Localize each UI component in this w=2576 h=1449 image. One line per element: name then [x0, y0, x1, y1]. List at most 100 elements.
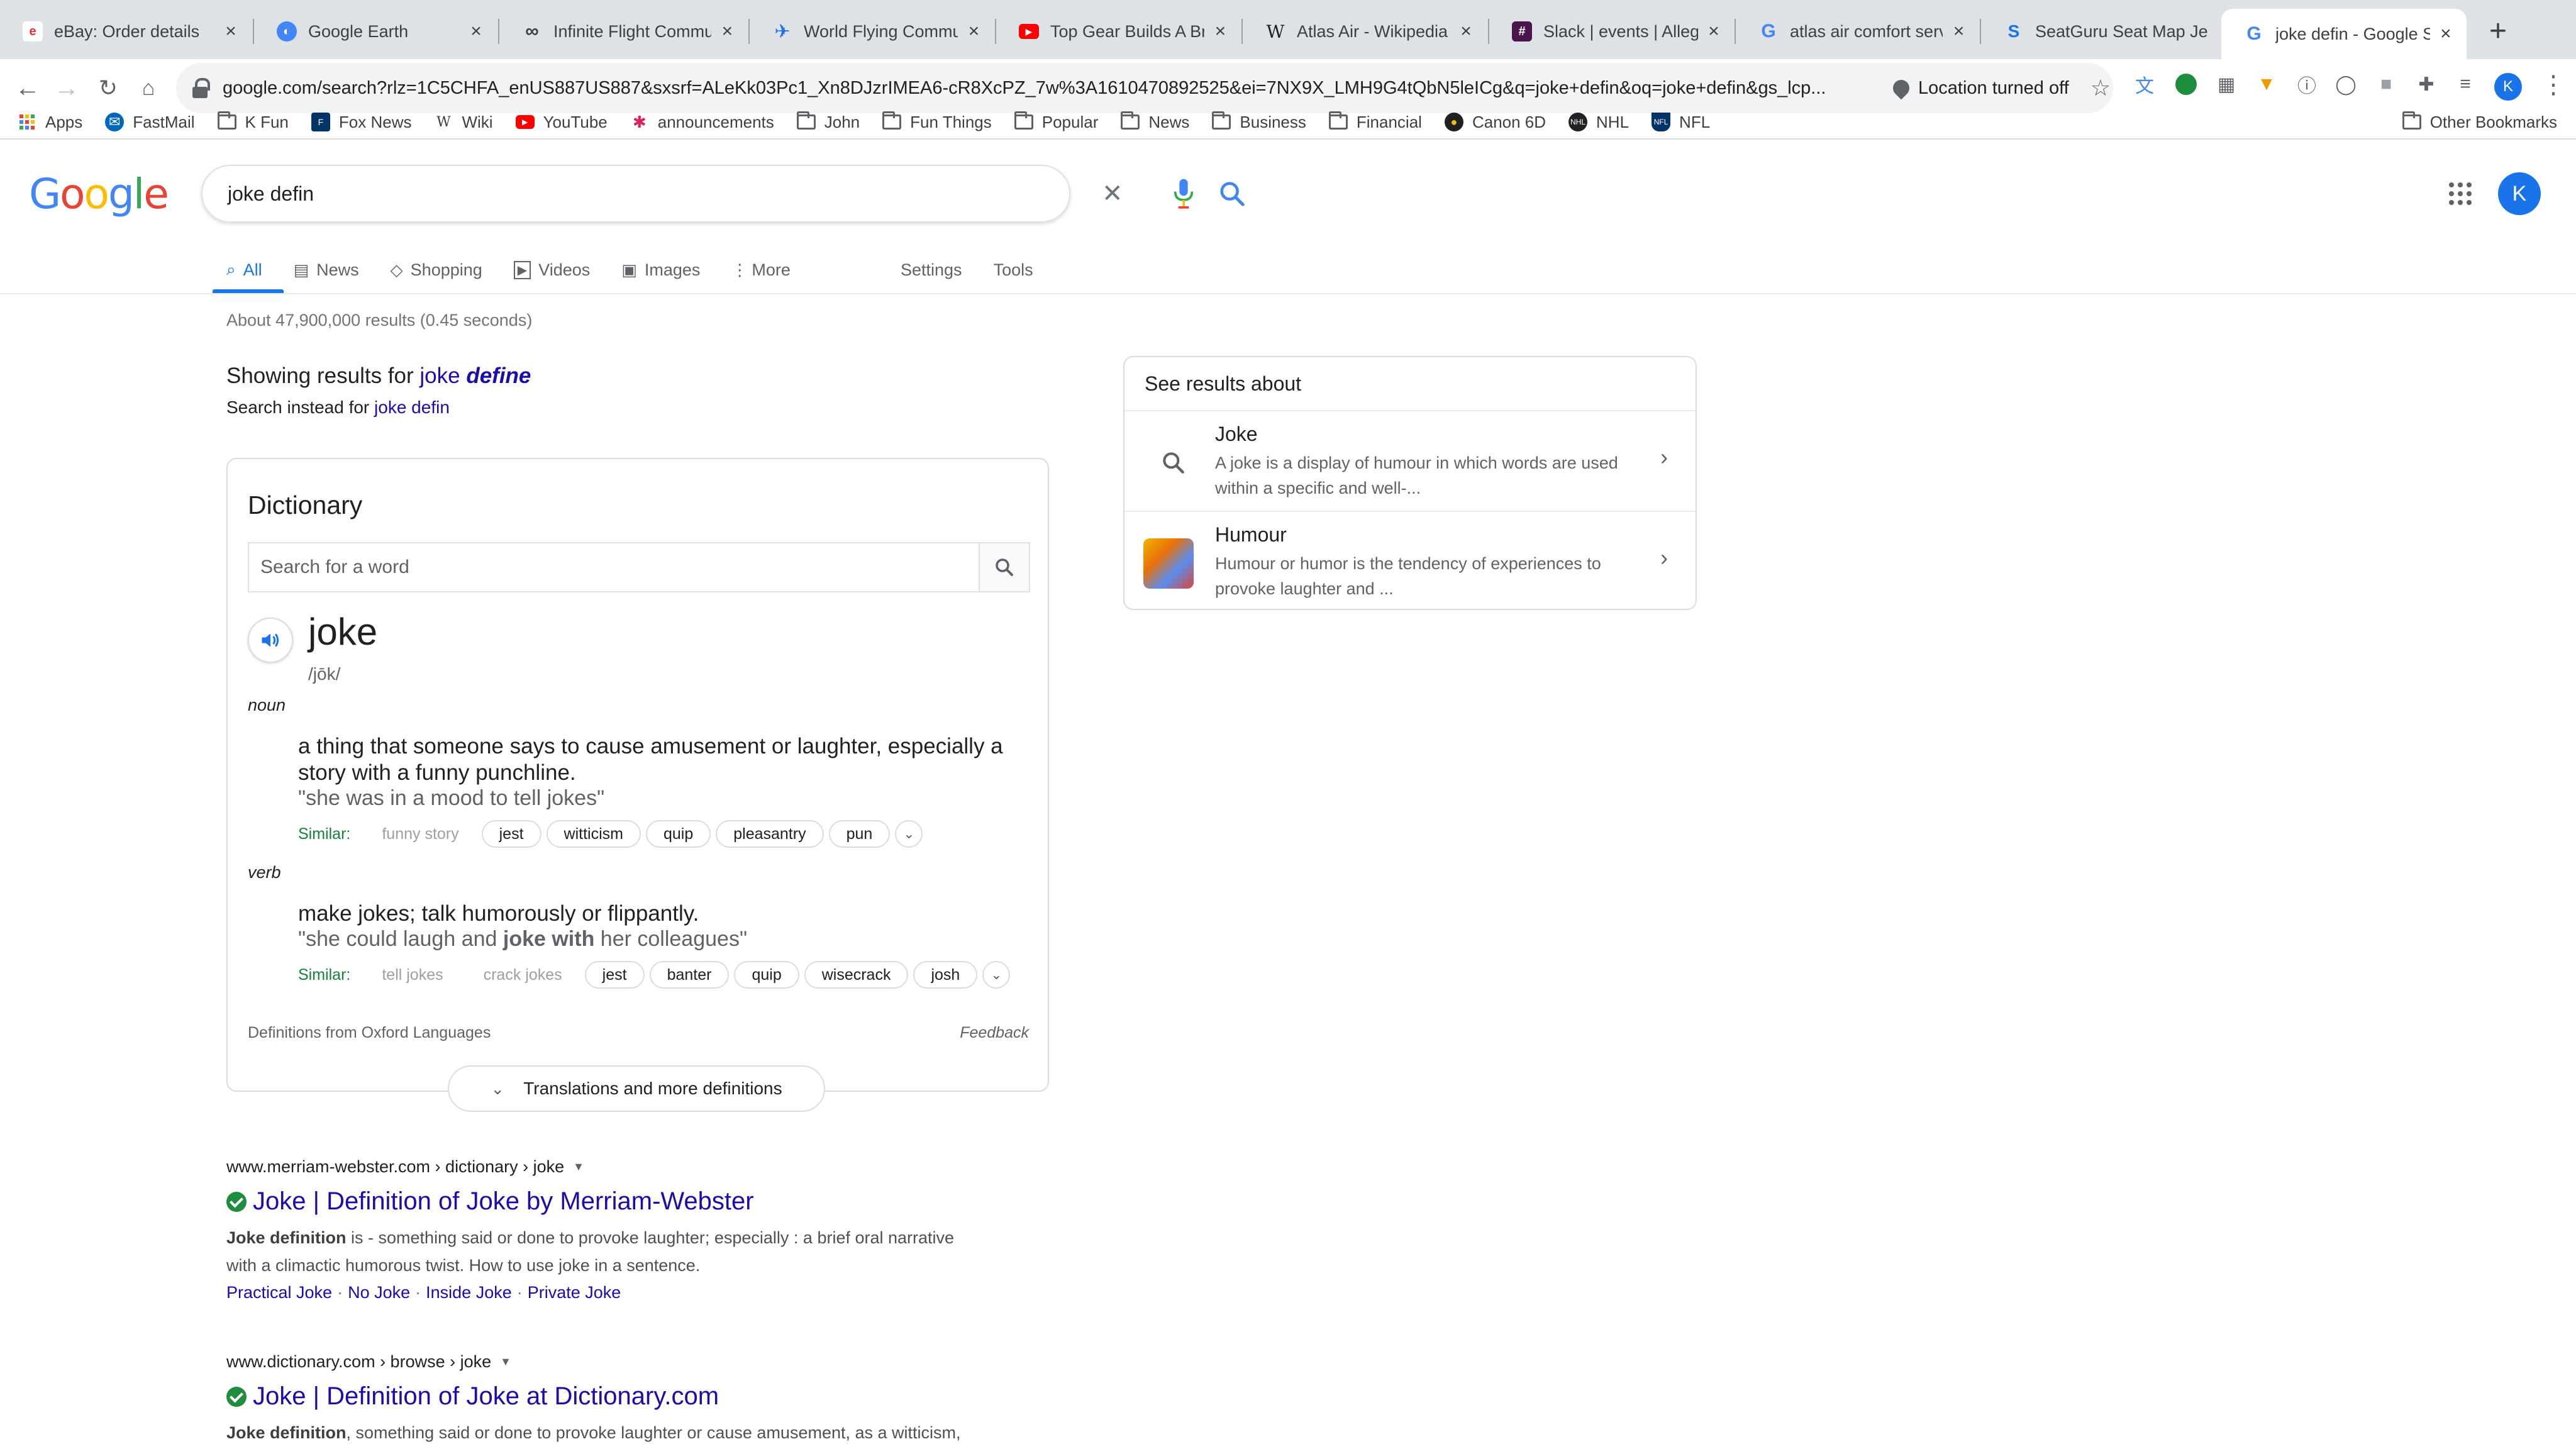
close-icon[interactable]: ×	[1212, 21, 1229, 42]
close-icon[interactable]: ×	[2438, 23, 2454, 45]
settings-link[interactable]: Settings	[901, 260, 962, 280]
browser-tab-top-gear[interactable]: ▶ Top Gear Builds A Brid ×	[996, 9, 1241, 54]
bookmark-youtube[interactable]: ▶ YouTube	[515, 113, 608, 132]
bookmark-business[interactable]: Business	[1212, 111, 1306, 132]
sitelink[interactable]: Private Joke	[528, 1283, 621, 1302]
tab-news[interactable]: ▤ News	[294, 247, 359, 293]
browser-tab-seatguru[interactable]: S SeatGuru Seat Map Jet	[1981, 9, 2220, 54]
bookmark-apps[interactable]: Apps	[18, 113, 82, 132]
tab-more[interactable]: ⋮ More	[731, 247, 791, 293]
tab-videos[interactable]: ▶ Videos	[513, 247, 590, 293]
bookmark-k-fun[interactable]: K Fun	[217, 111, 289, 132]
close-icon[interactable]: ×	[1706, 21, 1722, 42]
similar-chip[interactable]: wisecrack	[804, 961, 909, 989]
chat-extension-icon[interactable]: ◯	[2333, 72, 2358, 97]
close-icon[interactable]: ×	[1950, 21, 1967, 42]
tools-link[interactable]: Tools	[994, 260, 1033, 280]
translate-extension-icon[interactable]: ■	[2373, 72, 2399, 97]
close-icon[interactable]: ×	[719, 21, 736, 42]
bookmark-canon-6d[interactable]: ● Canon 6D	[1444, 113, 1546, 132]
similar-chip[interactable]: crack jokes	[466, 961, 580, 989]
bookmark-nfl[interactable]: NFL NFL	[1652, 113, 1710, 132]
see-result-joke[interactable]: Joke A joke is a display of humour in wh…	[1124, 411, 1696, 511]
similar-chip[interactable]: jest	[584, 961, 645, 989]
caret-down-icon[interactable]: ▼	[500, 1355, 511, 1368]
similar-chip[interactable]: banter	[649, 961, 730, 989]
browser-tab-joke-defin[interactable]: G joke defin - Google Sea ×	[2221, 9, 2467, 59]
close-icon[interactable]: ×	[221, 21, 240, 42]
result-title[interactable]: Joke | Definition of Joke at Dictionary.…	[226, 1382, 719, 1411]
forward-icon[interactable]: →	[50, 72, 83, 104]
result-title-text[interactable]: Joke | Definition of Joke at Dictionary.…	[253, 1382, 719, 1411]
password-extension-icon[interactable]: ⓘ	[2294, 72, 2319, 97]
profile-avatar[interactable]: K	[2494, 73, 2522, 101]
caret-down-icon[interactable]: ▼	[573, 1160, 584, 1174]
sitelink[interactable]: Inside Joke	[426, 1283, 512, 1302]
browser-tab-ebay[interactable]: e eBay: Order details ×	[0, 9, 253, 54]
google-logo[interactable]: Google	[29, 170, 169, 218]
google-apps-icon[interactable]	[2449, 182, 2472, 205]
corrected-query-link[interactable]: joke define	[419, 364, 531, 388]
reload-icon[interactable]: ↻	[92, 72, 125, 104]
search-icon[interactable]	[1218, 179, 1246, 208]
similar-chip[interactable]: pun	[828, 820, 891, 848]
search-input[interactable]: joke defin	[228, 182, 314, 206]
expand-chevron-icon[interactable]: ⌄	[895, 820, 923, 848]
browser-tab-slack[interactable]: # Slack | events | Allegian ×	[1489, 9, 1735, 54]
tab-shopping[interactable]: ◇ Shopping	[391, 247, 482, 293]
account-avatar[interactable]: K	[2498, 172, 2541, 215]
dictionary-search-input[interactable]	[249, 557, 979, 578]
other-bookmarks[interactable]: Other Bookmarks	[2402, 104, 2557, 140]
blocker-extension-icon[interactable]: ▦	[2214, 72, 2239, 97]
bookmark-star-icon[interactable]: ☆	[2090, 75, 2111, 101]
close-icon[interactable]: ×	[965, 21, 982, 42]
similar-chip[interactable]: josh	[913, 961, 978, 989]
bookmark-nhl[interactable]: NHL NHL	[1568, 113, 1629, 132]
search-box[interactable]: joke defin ✕	[201, 165, 1245, 223]
extensions-puzzle-icon[interactable]: ✚	[2414, 72, 2439, 97]
media-queue-icon[interactable]: ≡	[2453, 72, 2478, 97]
url-text[interactable]: google.com/search?rlz=1C5CHFA_enUS887US8…	[223, 78, 1870, 99]
bookmark-john[interactable]: John	[796, 111, 860, 132]
location-status[interactable]: Location turned off	[1889, 76, 2069, 100]
similar-chip[interactable]: jest	[481, 820, 541, 848]
brave-extension-icon[interactable]: ▼	[2254, 72, 2279, 97]
bookmark-popular[interactable]: Popular	[1014, 111, 1098, 132]
bookmark-wiki[interactable]: W Wiki	[434, 113, 492, 132]
translate-icon[interactable]: 文	[2132, 72, 2157, 97]
bookmark-fastmail[interactable]: ✉ FastMail	[105, 113, 195, 132]
browser-tab-atlas-wiki[interactable]: W Atlas Air - Wikipedia ×	[1243, 9, 1488, 54]
see-result-humour[interactable]: Humour Humour or humor is the tendency o…	[1124, 512, 1696, 611]
microphone-icon[interactable]	[1171, 178, 1196, 209]
similar-chip[interactable]: quip	[645, 820, 711, 848]
clear-icon[interactable]: ✕	[1102, 179, 1123, 208]
feedback-link[interactable]: Feedback	[960, 1024, 1029, 1042]
tab-all[interactable]: ⌕ All	[213, 247, 283, 293]
new-tab-button[interactable]: +	[2480, 14, 2516, 49]
browser-tab-atlas-search[interactable]: G atlas air comfort servic ×	[1736, 9, 1980, 54]
grammar-extension-icon[interactable]	[2174, 72, 2199, 97]
bookmark-financial[interactable]: Financial	[1328, 111, 1422, 132]
expand-chevron-icon[interactable]: ⌄	[982, 961, 1011, 989]
result-title-text[interactable]: Joke | Definition of Joke by Merriam-Web…	[253, 1187, 754, 1216]
browser-tab-infinite-flight[interactable]: ∞ Infinite Flight Communi ×	[499, 9, 748, 54]
browser-tab-world-flying[interactable]: ✈ World Flying Communi ×	[750, 9, 995, 54]
bookmark-announcements[interactable]: ✱ announcements	[630, 113, 774, 132]
browser-menu-icon[interactable]: ⋮	[2541, 70, 2566, 99]
similar-chip[interactable]: witticism	[546, 820, 641, 848]
original-query-link[interactable]: joke defin	[374, 397, 450, 417]
tab-images[interactable]: ▣ Images	[621, 247, 700, 293]
bookmark-news[interactable]: News	[1121, 111, 1189, 132]
close-icon[interactable]: ×	[1457, 21, 1475, 42]
sitelink[interactable]: No Joke	[348, 1283, 410, 1302]
result-title[interactable]: Joke | Definition of Joke by Merriam-Web…	[226, 1187, 754, 1216]
home-icon[interactable]: ⌂	[132, 72, 165, 104]
similar-chip[interactable]: tell jokes	[364, 961, 460, 989]
dictionary-search-button[interactable]	[979, 543, 1029, 591]
bookmark-fun-things[interactable]: Fun Things	[882, 111, 992, 132]
more-definitions-button[interactable]: ⌄ Translations and more definitions	[448, 1065, 825, 1112]
sitelink[interactable]: Practical Joke	[226, 1283, 332, 1302]
close-icon[interactable]: ×	[467, 21, 486, 42]
pronunciation-button[interactable]	[248, 618, 293, 663]
similar-chip[interactable]: pleasantry	[716, 820, 824, 848]
